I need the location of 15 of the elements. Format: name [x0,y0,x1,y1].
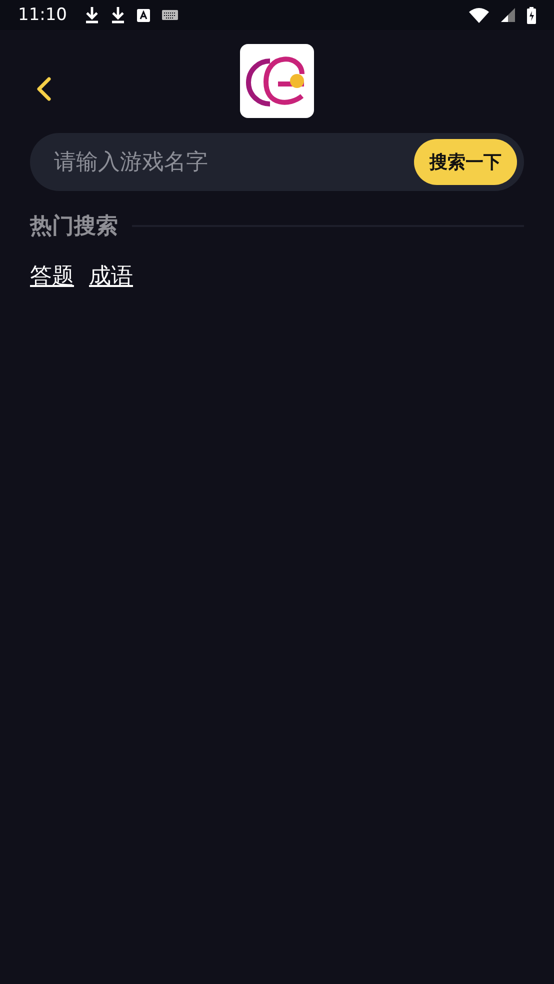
hot-search-link[interactable]: 成语 [89,261,133,291]
battery-icon [527,6,536,24]
search-field[interactable]: 请输入游戏名字 搜索一下 [30,133,524,191]
search-button[interactable]: 搜索一下 [414,139,517,185]
wifi-icon [469,8,489,22]
font-icon [137,8,150,22]
hot-search-link[interactable]: 答题 [30,261,74,291]
download-icon [111,6,125,24]
app-logo-icon [240,44,314,118]
section-title: 热门搜索 [30,212,118,241]
signal-icon [501,8,515,22]
back-icon[interactable] [35,76,53,102]
status-time: 11:10 [18,5,67,25]
download-icon [85,6,99,24]
keyboard-icon [162,10,178,20]
